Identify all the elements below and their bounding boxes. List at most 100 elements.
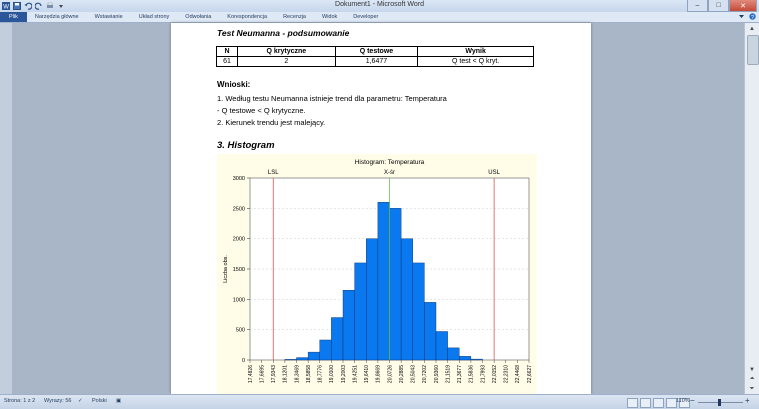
x-tick-label: 18,3469 — [294, 365, 300, 383]
histogram-bar — [307, 351, 320, 361]
table-cell: 2 — [237, 56, 336, 67]
histogram-chart: 0 500 1000 1500 2000 2500 3000 17,4826 17,6695 17… — [217, 154, 537, 394]
histogram-bar — [459, 356, 472, 361]
ribbon: Plik Narzędzia główne Wstawianie Układ s… — [0, 12, 759, 23]
vertical-ruler[interactable] — [0, 23, 12, 394]
tab-home[interactable]: Narzędzia główne — [27, 12, 87, 22]
expand-ribbon-icon[interactable] — [738, 13, 745, 22]
x-tick-label: 20,2885 — [399, 365, 405, 383]
limit-label: X-śr — [384, 170, 395, 176]
x-tick-label: 19,6410 — [364, 365, 370, 383]
x-tick-label: 19,4251 — [352, 365, 358, 383]
status-bar: Strona: 1 z 2 Wyrazy: 56 ✓ Polski ▣ 110%… — [0, 394, 759, 409]
y-tick-label: 0 — [242, 358, 245, 364]
y-tick-label: 500 — [236, 328, 245, 334]
chart-title: Histogram: Temperatura — [355, 159, 425, 166]
table-cell: 61 — [215, 56, 239, 67]
histogram-bar — [400, 238, 413, 361]
help-icon[interactable]: ? — [749, 13, 756, 22]
y-tick-label: 1000 — [233, 297, 245, 303]
histogram-bar — [424, 302, 437, 361]
tab-review[interactable]: Recenzja — [275, 12, 314, 22]
web-layout-view-button[interactable] — [653, 398, 664, 408]
previous-page-button[interactable]: ⏶ — [746, 375, 758, 384]
zoom-level[interactable]: 110% — [676, 398, 690, 404]
x-tick-label: 21,1519 — [445, 365, 451, 383]
histogram-bar — [342, 290, 355, 361]
double-chevron-up-icon: ⏶ — [749, 376, 755, 382]
y-axis-label: Liczba obs. — [223, 255, 229, 283]
conclusion-line-3: 2. Kierunek trendu jest malejący. — [217, 118, 326, 127]
table-header: N — [215, 46, 239, 57]
scrollbar-thumb[interactable] — [747, 35, 759, 65]
table-cell: 1,6477 — [334, 56, 419, 67]
page-count[interactable]: Strona: 1 z 2 — [4, 398, 35, 404]
scroll-down-button[interactable]: ▼ — [746, 365, 758, 374]
full-screen-view-button[interactable] — [640, 398, 651, 408]
table-header: Q krytyczne — [237, 46, 336, 57]
word-count[interactable]: Wyrazy: 56 — [44, 398, 71, 404]
x-tick-label: 21,7993 — [480, 365, 486, 383]
chevron-down-icon: ▼ — [749, 366, 755, 373]
ribbon-tabs: Plik Narzędzia główne Wstawianie Układ s… — [0, 12, 759, 22]
x-tick-label: 20,7202 — [422, 365, 428, 383]
maximize-button[interactable]: □ — [708, 0, 729, 12]
x-tick-label: 20,9360 — [434, 365, 440, 383]
zoom-out-button[interactable]: − — [690, 396, 695, 405]
histogram-bar — [366, 238, 379, 361]
x-tick-label: 17,6695 — [259, 365, 265, 383]
tab-mailings[interactable]: Korespondencja — [219, 12, 275, 22]
x-tick-label: 18,5858 — [306, 365, 312, 383]
print-layout-view-button[interactable] — [627, 398, 638, 408]
next-page-button[interactable]: ⏷ — [746, 385, 758, 394]
x-tick-label: 22,6627 — [527, 365, 533, 383]
table-header: Wynik — [417, 46, 534, 57]
title-bar: W Dokument1 - Microsoft Word ‒ □ ✕ — [0, 0, 759, 12]
x-tick-label: 19,0100 — [329, 365, 335, 383]
conclusion-line-1: 1. Według testu Neumanna istnieje trend … — [217, 94, 447, 103]
histogram-heading: 3. Histogram — [217, 140, 275, 151]
histogram-bar — [354, 262, 367, 361]
x-tick-label: 18,7776 — [318, 365, 324, 383]
x-tick-label: 19,2003 — [341, 365, 347, 383]
tab-page-layout[interactable]: Układ strony — [131, 12, 178, 22]
results-table: N Q krytyczne Q testowe Wynik 61 2 1,647… — [215, 46, 534, 67]
x-tick-label: 21,3677 — [457, 365, 463, 383]
close-icon: ✕ — [740, 2, 746, 10]
tab-references[interactable]: Odwołania — [177, 12, 219, 22]
histogram-bar — [296, 357, 309, 361]
window-controls: ‒ □ ✕ — [687, 0, 757, 12]
svg-text:?: ? — [751, 15, 754, 20]
ribbon-right-controls: ? — [738, 13, 756, 22]
histogram-bar — [447, 347, 460, 361]
x-tick-label: 17,9343 — [271, 365, 277, 383]
histogram-bar — [284, 359, 297, 361]
scroll-up-button[interactable]: ▲ — [746, 24, 758, 33]
maximize-icon: □ — [716, 2, 721, 9]
zoom-slider-handle[interactable] — [718, 399, 721, 406]
close-button[interactable]: ✕ — [729, 0, 757, 12]
x-tick-label: 22,2310 — [504, 365, 510, 383]
macro-icon[interactable]: ▣ — [116, 398, 121, 404]
x-tick-label: 20,0726 — [387, 365, 393, 383]
tab-file[interactable]: Plik — [0, 12, 27, 22]
tab-developer[interactable]: Developer — [345, 12, 386, 22]
histogram-bar — [435, 331, 448, 361]
x-tick-label: 19,8669 — [376, 365, 382, 383]
minimize-button[interactable]: ‒ — [687, 0, 708, 12]
document-page[interactable]: Test Neumanna - podsumowanie N Q krytycz… — [171, 23, 591, 394]
limit-label: USL — [488, 170, 500, 176]
histogram-bar — [470, 358, 483, 361]
language-indicator[interactable]: Polski — [92, 398, 107, 404]
double-chevron-down-icon: ⏷ — [749, 386, 755, 392]
tab-insert[interactable]: Wstawianie — [87, 12, 131, 22]
tab-view[interactable]: Widok — [314, 12, 345, 22]
table-header: Q testowe — [334, 46, 419, 57]
vertical-scrollbar[interactable]: ▲ ▼ ⏶ ⏷ — [744, 23, 759, 394]
window-title: Dokument1 - Microsoft Word — [335, 1, 424, 8]
test-summary-title: Test Neumanna - podsumowanie — [217, 28, 350, 38]
proofing-icon[interactable]: ✓ — [78, 398, 83, 404]
x-tick-label: 21,5836 — [469, 365, 475, 383]
zoom-in-button[interactable]: + — [745, 396, 750, 405]
x-tick-label: 18,1201 — [283, 365, 289, 383]
